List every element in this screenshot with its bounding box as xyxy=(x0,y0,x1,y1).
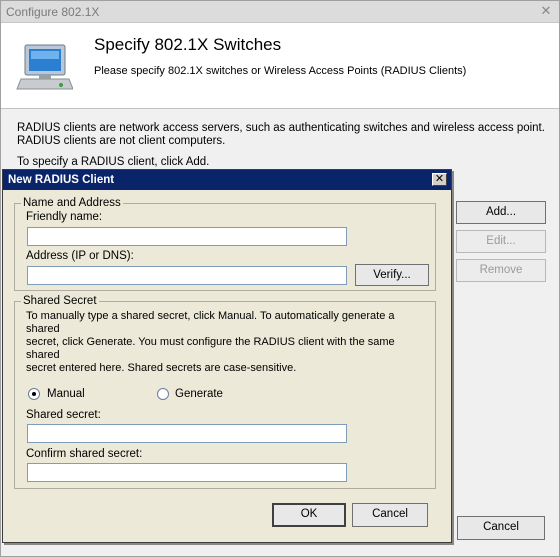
friendly-name-input[interactable] xyxy=(27,227,347,246)
manual-label[interactable]: Manual xyxy=(47,388,85,400)
name-address-group: Name and Address Friendly name: Address … xyxy=(14,197,436,291)
new-radius-client-dialog: New RADIUS Client ✕ Name and Address Fri… xyxy=(2,169,452,543)
banner-subtitle: Please specify 802.1X switches or Wirele… xyxy=(94,65,467,77)
shared-secret-label: Shared secret: xyxy=(26,409,101,421)
outer-cancel-button[interactable]: Cancel xyxy=(457,516,545,540)
shared-secret-group: Shared Secret To manually type a shared … xyxy=(14,295,436,489)
address-label: Address (IP or DNS): xyxy=(26,250,134,262)
verify-button[interactable]: Verify... xyxy=(355,264,429,286)
description-text: RADIUS clients are network access server… xyxy=(17,122,547,148)
ok-button[interactable]: OK xyxy=(272,503,346,527)
edit-button[interactable]: Edit... xyxy=(456,230,546,253)
outer-title-bar: Configure 802.1X ✕ xyxy=(1,1,559,23)
network-computer-icon xyxy=(16,44,73,90)
confirm-secret-label: Confirm shared secret: xyxy=(26,448,143,460)
dialog-cancel-button[interactable]: Cancel xyxy=(352,503,428,527)
address-input[interactable] xyxy=(27,266,347,285)
shared-secret-input[interactable] xyxy=(27,424,347,443)
wizard-banner: Specify 802.1X Switches Please specify 8… xyxy=(1,23,559,109)
outer-window-title: Configure 802.1X xyxy=(6,5,100,19)
manual-radio[interactable] xyxy=(28,388,40,400)
instructions-line-2: secret, click Generate. You must configu… xyxy=(26,336,395,361)
description-line-1: RADIUS clients are network access server… xyxy=(17,122,545,134)
dialog-title: New RADIUS Client xyxy=(8,174,115,186)
remove-button[interactable]: Remove xyxy=(456,259,546,282)
description-line-2: RADIUS clients are not client computers. xyxy=(17,135,226,147)
name-address-legend: Name and Address xyxy=(21,197,123,209)
banner-title: Specify 802.1X Switches xyxy=(94,35,282,54)
generate-label[interactable]: Generate xyxy=(175,388,223,400)
shared-secret-legend: Shared Secret xyxy=(21,295,99,307)
confirm-secret-input[interactable] xyxy=(27,463,347,482)
add-hint-text: To specify a RADIUS client, click Add. xyxy=(17,156,210,168)
instructions-line-3: secret entered here. Shared secrets are … xyxy=(26,362,297,374)
instructions-line-1: To manually type a shared secret, click … xyxy=(26,310,395,335)
friendly-name-label: Friendly name: xyxy=(26,211,103,223)
dialog-close-icon[interactable]: ✕ xyxy=(432,173,447,186)
outer-close-icon[interactable]: ✕ xyxy=(539,4,553,18)
dialog-title-bar[interactable]: New RADIUS Client ✕ xyxy=(3,170,451,190)
shared-secret-instructions: To manually type a shared secret, click … xyxy=(26,310,431,375)
add-button[interactable]: Add... xyxy=(456,201,546,224)
generate-radio[interactable] xyxy=(157,388,169,400)
